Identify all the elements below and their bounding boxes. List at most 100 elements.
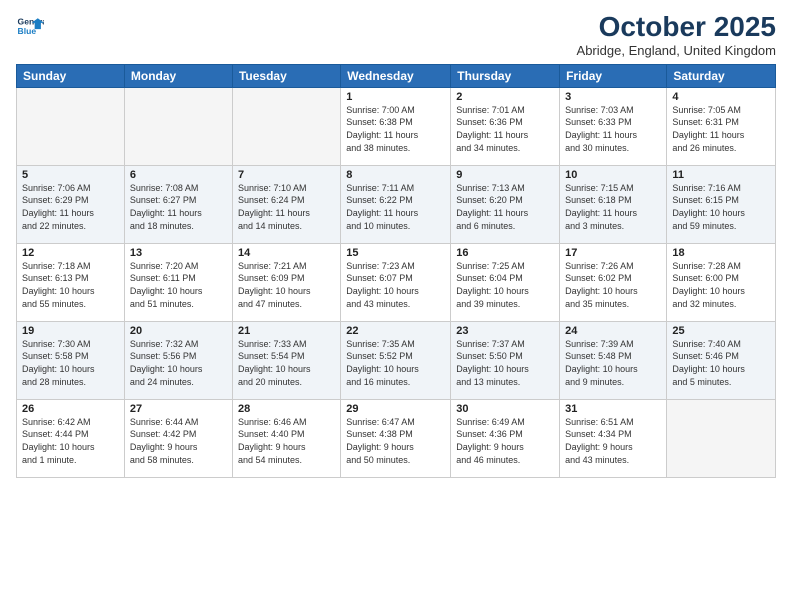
calendar-cell: 18Sunrise: 7:28 AM Sunset: 6:00 PM Dayli… [667,243,776,321]
weekday-thursday: Thursday [451,64,560,87]
calendar-cell: 24Sunrise: 7:39 AM Sunset: 5:48 PM Dayli… [560,321,667,399]
day-info: Sunrise: 7:32 AM Sunset: 5:56 PM Dayligh… [130,338,227,388]
day-number: 19 [22,325,119,337]
calendar-cell: 11Sunrise: 7:16 AM Sunset: 6:15 PM Dayli… [667,165,776,243]
calendar-cell: 23Sunrise: 7:37 AM Sunset: 5:50 PM Dayli… [451,321,560,399]
day-number: 2 [456,91,554,103]
page: General Blue October 2025 Abridge, Engla… [0,0,792,612]
calendar-cell: 22Sunrise: 7:35 AM Sunset: 5:52 PM Dayli… [341,321,451,399]
weekday-header-row: SundayMondayTuesdayWednesdayThursdayFrid… [17,64,776,87]
day-number: 27 [130,403,227,415]
calendar-cell: 26Sunrise: 6:42 AM Sunset: 4:44 PM Dayli… [17,399,125,477]
calendar-cell: 5Sunrise: 7:06 AM Sunset: 6:29 PM Daylig… [17,165,125,243]
calendar-cell: 7Sunrise: 7:10 AM Sunset: 6:24 PM Daylig… [232,165,340,243]
week-row-1: 1Sunrise: 7:00 AM Sunset: 6:38 PM Daylig… [17,87,776,165]
day-info: Sunrise: 7:03 AM Sunset: 6:33 PM Dayligh… [565,104,661,154]
calendar-cell: 1Sunrise: 7:00 AM Sunset: 6:38 PM Daylig… [341,87,451,165]
calendar-cell: 9Sunrise: 7:13 AM Sunset: 6:20 PM Daylig… [451,165,560,243]
calendar-cell: 30Sunrise: 6:49 AM Sunset: 4:36 PM Dayli… [451,399,560,477]
day-info: Sunrise: 7:35 AM Sunset: 5:52 PM Dayligh… [346,338,445,388]
day-number: 28 [238,403,335,415]
day-info: Sunrise: 7:21 AM Sunset: 6:09 PM Dayligh… [238,260,335,310]
day-info: Sunrise: 7:37 AM Sunset: 5:50 PM Dayligh… [456,338,554,388]
weekday-sunday: Sunday [17,64,125,87]
day-info: Sunrise: 7:33 AM Sunset: 5:54 PM Dayligh… [238,338,335,388]
week-row-3: 12Sunrise: 7:18 AM Sunset: 6:13 PM Dayli… [17,243,776,321]
day-info: Sunrise: 7:18 AM Sunset: 6:13 PM Dayligh… [22,260,119,310]
header: General Blue October 2025 Abridge, Engla… [16,12,776,58]
calendar-cell: 27Sunrise: 6:44 AM Sunset: 4:42 PM Dayli… [124,399,232,477]
weekday-saturday: Saturday [667,64,776,87]
svg-text:Blue: Blue [18,26,37,36]
logo: General Blue [16,12,44,40]
day-number: 3 [565,91,661,103]
day-number: 6 [130,169,227,181]
day-number: 18 [672,247,770,259]
calendar-cell: 31Sunrise: 6:51 AM Sunset: 4:34 PM Dayli… [560,399,667,477]
day-info: Sunrise: 6:46 AM Sunset: 4:40 PM Dayligh… [238,416,335,466]
week-row-2: 5Sunrise: 7:06 AM Sunset: 6:29 PM Daylig… [17,165,776,243]
day-info: Sunrise: 7:13 AM Sunset: 6:20 PM Dayligh… [456,182,554,232]
day-info: Sunrise: 7:10 AM Sunset: 6:24 PM Dayligh… [238,182,335,232]
day-info: Sunrise: 6:51 AM Sunset: 4:34 PM Dayligh… [565,416,661,466]
calendar-cell: 29Sunrise: 6:47 AM Sunset: 4:38 PM Dayli… [341,399,451,477]
day-info: Sunrise: 7:25 AM Sunset: 6:04 PM Dayligh… [456,260,554,310]
day-number: 16 [456,247,554,259]
day-number: 13 [130,247,227,259]
day-number: 15 [346,247,445,259]
day-number: 29 [346,403,445,415]
day-number: 17 [565,247,661,259]
calendar-cell: 10Sunrise: 7:15 AM Sunset: 6:18 PM Dayli… [560,165,667,243]
day-info: Sunrise: 7:00 AM Sunset: 6:38 PM Dayligh… [346,104,445,154]
day-info: Sunrise: 7:28 AM Sunset: 6:00 PM Dayligh… [672,260,770,310]
day-number: 22 [346,325,445,337]
weekday-friday: Friday [560,64,667,87]
day-info: Sunrise: 6:42 AM Sunset: 4:44 PM Dayligh… [22,416,119,466]
day-number: 26 [22,403,119,415]
day-info: Sunrise: 7:20 AM Sunset: 6:11 PM Dayligh… [130,260,227,310]
day-number: 31 [565,403,661,415]
day-info: Sunrise: 7:30 AM Sunset: 5:58 PM Dayligh… [22,338,119,388]
day-number: 21 [238,325,335,337]
weekday-monday: Monday [124,64,232,87]
calendar-cell: 12Sunrise: 7:18 AM Sunset: 6:13 PM Dayli… [17,243,125,321]
day-number: 7 [238,169,335,181]
day-number: 14 [238,247,335,259]
day-number: 4 [672,91,770,103]
logo-icon: General Blue [16,12,44,40]
week-row-4: 19Sunrise: 7:30 AM Sunset: 5:58 PM Dayli… [17,321,776,399]
day-number: 1 [346,91,445,103]
calendar-cell: 19Sunrise: 7:30 AM Sunset: 5:58 PM Dayli… [17,321,125,399]
day-info: Sunrise: 7:16 AM Sunset: 6:15 PM Dayligh… [672,182,770,232]
day-number: 5 [22,169,119,181]
calendar-cell: 3Sunrise: 7:03 AM Sunset: 6:33 PM Daylig… [560,87,667,165]
location: Abridge, England, United Kingdom [577,43,776,58]
day-number: 8 [346,169,445,181]
day-info: Sunrise: 6:44 AM Sunset: 4:42 PM Dayligh… [130,416,227,466]
day-number: 10 [565,169,661,181]
calendar-cell [124,87,232,165]
month-title: October 2025 [577,12,776,43]
day-info: Sunrise: 7:01 AM Sunset: 6:36 PM Dayligh… [456,104,554,154]
day-number: 11 [672,169,770,181]
calendar-cell: 17Sunrise: 7:26 AM Sunset: 6:02 PM Dayli… [560,243,667,321]
calendar-cell: 25Sunrise: 7:40 AM Sunset: 5:46 PM Dayli… [667,321,776,399]
calendar-cell: 14Sunrise: 7:21 AM Sunset: 6:09 PM Dayli… [232,243,340,321]
weekday-wednesday: Wednesday [341,64,451,87]
day-info: Sunrise: 7:23 AM Sunset: 6:07 PM Dayligh… [346,260,445,310]
calendar-cell: 15Sunrise: 7:23 AM Sunset: 6:07 PM Dayli… [341,243,451,321]
day-number: 23 [456,325,554,337]
week-row-5: 26Sunrise: 6:42 AM Sunset: 4:44 PM Dayli… [17,399,776,477]
day-number: 30 [456,403,554,415]
day-info: Sunrise: 7:05 AM Sunset: 6:31 PM Dayligh… [672,104,770,154]
calendar-cell [17,87,125,165]
calendar-cell [232,87,340,165]
day-info: Sunrise: 7:06 AM Sunset: 6:29 PM Dayligh… [22,182,119,232]
calendar-cell: 4Sunrise: 7:05 AM Sunset: 6:31 PM Daylig… [667,87,776,165]
weekday-tuesday: Tuesday [232,64,340,87]
day-info: Sunrise: 6:49 AM Sunset: 4:36 PM Dayligh… [456,416,554,466]
day-number: 9 [456,169,554,181]
calendar-cell: 6Sunrise: 7:08 AM Sunset: 6:27 PM Daylig… [124,165,232,243]
day-info: Sunrise: 6:47 AM Sunset: 4:38 PM Dayligh… [346,416,445,466]
title-block: October 2025 Abridge, England, United Ki… [577,12,776,58]
